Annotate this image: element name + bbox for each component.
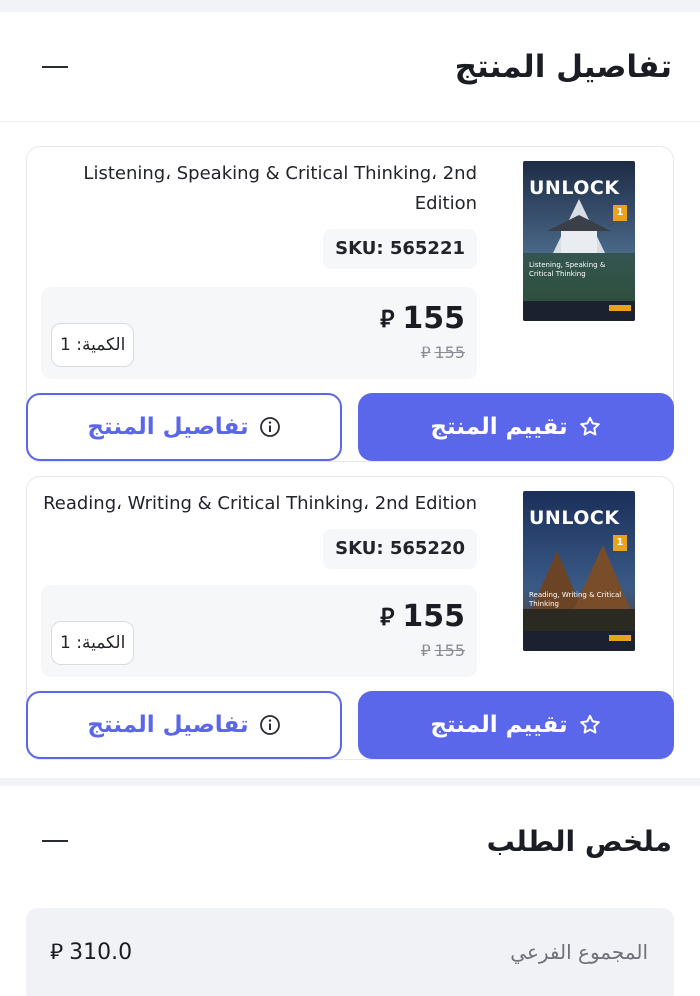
product-sku: SKU: 565220 xyxy=(323,529,477,569)
minus-icon[interactable] xyxy=(42,65,68,68)
book-cover-band xyxy=(523,301,635,321)
product-sku: SKU: 565221 xyxy=(323,229,477,269)
rate-product-button[interactable]: تقييم المنتج xyxy=(358,691,674,759)
old-price-value: 155 xyxy=(434,641,465,660)
riyal-icon: ⃁ xyxy=(50,940,64,965)
product-old-price: ⃁ 155 xyxy=(421,641,465,661)
book-level: 1 xyxy=(613,535,627,551)
rate-product-label: تقييم المنتج xyxy=(430,414,568,440)
subtotal-row: المجموع الفرعي ⃁ 310.0 xyxy=(26,908,674,996)
riyal-icon: ⃁ xyxy=(420,343,431,362)
product-details-title: تفاصيل المنتج xyxy=(454,48,672,85)
price-box: ⃁ 155 ⃁ 155 الكمية: 1 xyxy=(41,585,477,677)
star-icon xyxy=(579,714,600,734)
minus-icon[interactable] xyxy=(42,840,68,842)
product-card: Listening، Speaking & Critical Thinking،… xyxy=(26,146,674,462)
book-subtitle: Reading, Writing & Critical Thinking xyxy=(529,591,622,608)
info-icon xyxy=(259,417,280,437)
quantity-badge: الكمية: 1 xyxy=(51,323,135,367)
price-value: 155 xyxy=(402,599,465,634)
product-details-button[interactable]: تفاصيل المنتج xyxy=(26,691,342,759)
product-title: Reading، Writing & Critical Thinking، 2n… xyxy=(43,493,477,514)
product-details-label: تفاصيل المنتج xyxy=(87,712,249,738)
info-icon xyxy=(259,715,280,735)
product-title: Listening، Speaking & Critical Thinking،… xyxy=(83,163,477,214)
product-price: ⃁ 155 xyxy=(380,599,465,634)
price-value: 155 xyxy=(402,301,465,336)
book-cover-band xyxy=(523,631,635,651)
riyal-icon: ⃁ xyxy=(380,603,395,631)
rate-product-button[interactable]: تقييم المنتج xyxy=(358,393,674,461)
product-price: ⃁ 155 xyxy=(380,301,465,336)
quantity-badge: الكمية: 1 xyxy=(51,621,135,665)
riyal-icon: ⃁ xyxy=(380,305,395,333)
book-brand: UNLOCK xyxy=(529,177,620,199)
subtotal-label: المجموع الفرعي xyxy=(510,940,648,964)
product-image[interactable]: UNLOCK 1 Listening, Speaking & Critical … xyxy=(523,161,635,321)
order-summary-header[interactable]: ملخص الطلب xyxy=(0,786,700,896)
product-card: Reading، Writing & Critical Thinking، 2n… xyxy=(26,476,674,760)
old-price-value: 155 xyxy=(434,343,465,362)
star-icon xyxy=(579,416,600,436)
book-subtitle: Listening, Speaking & Critical Thinking xyxy=(529,261,606,278)
product-image[interactable]: UNLOCK 1 Reading, Writing & Critical Thi… xyxy=(523,491,635,651)
rate-product-label: تقييم المنتج xyxy=(430,712,568,738)
book-brand: UNLOCK xyxy=(529,507,620,529)
order-summary-title: ملخص الطلب xyxy=(486,824,672,858)
riyal-icon: ⃁ xyxy=(420,641,431,660)
product-details-label: تفاصيل المنتج xyxy=(87,414,249,440)
product-details-header[interactable]: تفاصيل المنتج xyxy=(0,12,700,122)
order-summary-section: ملخص الطلب المجموع الفرعي ⃁ 310.0 xyxy=(0,786,700,996)
product-details-section: تفاصيل المنتج Listening، Speaking & Crit… xyxy=(0,12,700,778)
subtotal-value: ⃁ 310.0 xyxy=(50,938,132,966)
product-details-button[interactable]: تفاصيل المنتج xyxy=(26,393,342,461)
book-level: 1 xyxy=(613,205,627,221)
subtotal-amount: 310.0 xyxy=(69,939,133,965)
price-box: ⃁ 155 ⃁ 155 الكمية: 1 xyxy=(41,287,477,379)
product-old-price: ⃁ 155 xyxy=(421,343,465,363)
